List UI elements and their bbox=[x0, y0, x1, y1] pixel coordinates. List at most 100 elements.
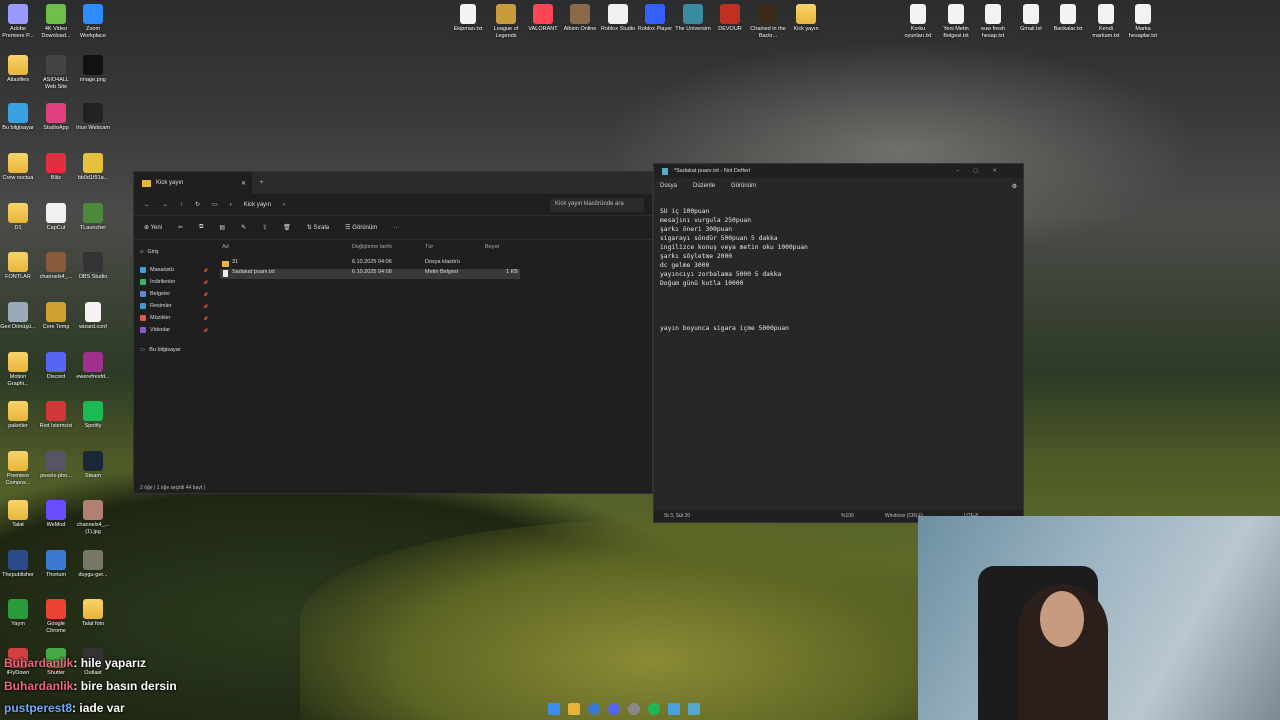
desktop-icon[interactable]: Zoom Workplace bbox=[75, 4, 111, 39]
desktop-icon[interactable]: Google Chrome bbox=[38, 599, 74, 634]
desktop-icon[interactable]: Steam bbox=[75, 451, 111, 480]
explorer-tab[interactable]: Kick yayın ✕ bbox=[134, 172, 252, 194]
column-date[interactable]: Değiştirme tarihi bbox=[352, 244, 392, 250]
refresh-icon[interactable]: ↻ bbox=[195, 201, 200, 208]
desktop-icon[interactable]: ewerefresfd... bbox=[75, 352, 111, 381]
desktop-icon[interactable]: duygu-ger... bbox=[75, 550, 111, 579]
notepad-taskbar-icon[interactable] bbox=[688, 703, 700, 715]
desktop-icon[interactable]: Talat foto bbox=[75, 599, 111, 628]
more-icon[interactable]: ··· bbox=[393, 225, 399, 231]
desktop-icon[interactable]: pexels-pho... bbox=[38, 451, 74, 480]
sidebar-item[interactable]: Videolar 📌 bbox=[140, 324, 208, 336]
desktop-icon[interactable]: Blitz bbox=[38, 153, 74, 182]
sidebar-item[interactable]: Resimler 📌 bbox=[140, 300, 208, 312]
view-button[interactable]: ☰ Görünüm bbox=[345, 224, 377, 231]
column-name[interactable]: Ad bbox=[222, 244, 229, 250]
close-tab-icon[interactable]: ✕ bbox=[241, 180, 246, 187]
desktop-icon[interactable]: Kick yayın bbox=[788, 4, 824, 33]
new-tab-icon[interactable]: + bbox=[260, 180, 264, 186]
desktop-icon[interactable]: Talat bbox=[0, 500, 36, 529]
desktop-icon[interactable]: Adobe Premiere P... bbox=[0, 4, 36, 39]
desktop-icon[interactable]: CapCut bbox=[38, 203, 74, 232]
desktop-icon[interactable]: DEVOUR bbox=[712, 4, 748, 33]
desktop-icon[interactable]: Thepublisher bbox=[0, 550, 36, 579]
desktop-icon[interactable]: OBS Studio bbox=[75, 252, 111, 281]
column-size[interactable]: Boyut bbox=[485, 244, 499, 250]
sidebar-item[interactable]: Belgeler 📌 bbox=[140, 288, 208, 300]
cut-icon[interactable]: ✂ bbox=[178, 224, 183, 231]
breadcrumb[interactable]: Kick yayın bbox=[244, 202, 271, 208]
desktop-icon[interactable]: Discord bbox=[38, 352, 74, 381]
desktop-icon[interactable]: TLauncher bbox=[75, 203, 111, 232]
file-row-selected[interactable]: Sadakat puanı.txt 6.10.2025 04:08 Metin … bbox=[220, 269, 520, 279]
paste-icon[interactable]: ▤ bbox=[219, 224, 225, 231]
sidebar-item[interactable]: İndirilenler 📌 bbox=[140, 276, 208, 288]
search-input[interactable]: Kick yayın klasöründe ara bbox=[550, 197, 644, 212]
window-controls[interactable]: –▢✕ bbox=[956, 168, 1011, 174]
desktop-icon[interactable]: StudioApp bbox=[38, 103, 74, 132]
desktop-icon[interactable]: Gmail.txt bbox=[1013, 4, 1049, 33]
sidebar-item-home[interactable]: ⌂ Giriş bbox=[140, 246, 208, 258]
new-button[interactable]: ⊕ Yeni bbox=[144, 224, 162, 231]
desktop-icon[interactable]: 4K Video Download... bbox=[38, 4, 74, 39]
desktop-icon[interactable]: Atlasfiles bbox=[0, 55, 36, 84]
desktop-icon[interactable]: Bu bilgisayar bbox=[0, 103, 36, 132]
notepad-text-area[interactable]: SU iç 100puan mesajını vurgula 250puan ş… bbox=[660, 207, 808, 333]
browser-icon[interactable] bbox=[588, 703, 600, 715]
sidebar-item-this-pc[interactable]: ▭ Bu bilgisayar bbox=[140, 344, 208, 356]
rename-icon[interactable]: ✎ bbox=[241, 224, 246, 231]
spotify-icon[interactable] bbox=[648, 703, 660, 715]
desktop-icon[interactable]: Geri Dönüşü... bbox=[0, 302, 36, 331]
back-icon[interactable]: ← bbox=[144, 202, 150, 208]
desktop-icon[interactable]: Spotify bbox=[75, 401, 111, 430]
desktop-icon[interactable]: Riot İstemcisi bbox=[38, 401, 74, 430]
discord-icon[interactable] bbox=[608, 703, 620, 715]
desktop-icon[interactable]: Iriun Webcam bbox=[75, 103, 111, 132]
copy-icon[interactable]: ⧉ bbox=[199, 224, 203, 231]
sidebar-item[interactable]: Müzikler 📌 bbox=[140, 312, 208, 324]
file-row[interactable]: 31 6.10.2025 04:06 Dosya klasörü bbox=[220, 259, 520, 269]
menu-edit[interactable]: Düzenle bbox=[693, 183, 715, 189]
desktop-icon[interactable]: Premiere Compos... bbox=[0, 451, 36, 486]
desktop-icon[interactable]: Motion Graphi... bbox=[0, 352, 36, 387]
desktop-icon[interactable]: Bankalar.txt bbox=[1050, 4, 1086, 33]
desktop-icon[interactable]: FONTLAR bbox=[0, 252, 36, 281]
start-icon[interactable] bbox=[548, 703, 560, 715]
desktop-icon[interactable]: WeMod bbox=[38, 500, 74, 529]
up-icon[interactable]: ↑ bbox=[180, 202, 183, 208]
delete-icon[interactable]: 🗑 bbox=[283, 224, 291, 231]
sort-button[interactable]: ⇅ Sırala bbox=[307, 224, 329, 231]
sidebar-item[interactable]: Masaüstü 📌 bbox=[140, 264, 208, 276]
desktop-icon[interactable]: ASIO4ALL Web Site bbox=[38, 55, 74, 90]
desktop-icon[interactable]: Crew noctua bbox=[0, 153, 36, 182]
desktop-icon[interactable]: Chained in the Backr... bbox=[750, 4, 786, 39]
desktop-icon[interactable]: Roblox Player bbox=[637, 4, 673, 33]
desktop-icon[interactable]: paketler bbox=[0, 401, 36, 430]
file-explorer-icon[interactable] bbox=[568, 703, 580, 715]
desktop-icon[interactable]: channels4_... bbox=[38, 252, 74, 281]
desktop-icon[interactable]: Albion Online bbox=[562, 4, 598, 33]
desktop-icon[interactable]: euw fresh hesap.txt bbox=[975, 4, 1011, 39]
desktop-icon[interactable]: Kendi markam.txt bbox=[1088, 4, 1124, 39]
obs-icon[interactable] bbox=[628, 703, 640, 715]
desktop-icon[interactable]: Yayın bbox=[0, 599, 36, 628]
desktop-icon[interactable]: Marka hesaplar.txt bbox=[1125, 4, 1161, 39]
app-icon[interactable] bbox=[668, 703, 680, 715]
forward-icon[interactable]: → bbox=[162, 202, 168, 208]
desktop-icon[interactable]: Core Temp bbox=[38, 302, 74, 331]
desktop-icon[interactable]: Ekipman.txt bbox=[450, 4, 486, 33]
desktop-icon[interactable]: D1 bbox=[0, 203, 36, 232]
desktop-icon[interactable]: Yeni Metin Belgesi.txt bbox=[938, 4, 974, 39]
monitor-icon[interactable]: ▭ bbox=[212, 201, 218, 208]
column-type[interactable]: Tür bbox=[425, 244, 433, 250]
share-icon[interactable]: ⇪ bbox=[262, 224, 267, 231]
desktop-icon[interactable]: The Universim bbox=[675, 4, 711, 33]
desktop-icon[interactable]: League of Legends bbox=[488, 4, 524, 39]
desktop-icon[interactable]: channels4_... (1).jpg bbox=[75, 500, 111, 535]
menu-file[interactable]: Dosya bbox=[660, 183, 677, 189]
desktop-icon[interactable]: wizard.conf bbox=[75, 302, 111, 331]
settings-gear-icon[interactable]: ⚙ bbox=[1012, 183, 1017, 190]
desktop-icon[interactable]: Korku oyunları.txt bbox=[900, 4, 936, 39]
desktop-icon[interactable]: VALORANT bbox=[525, 4, 561, 33]
desktop-icon[interactable]: bb0d1f91a... bbox=[75, 153, 111, 182]
